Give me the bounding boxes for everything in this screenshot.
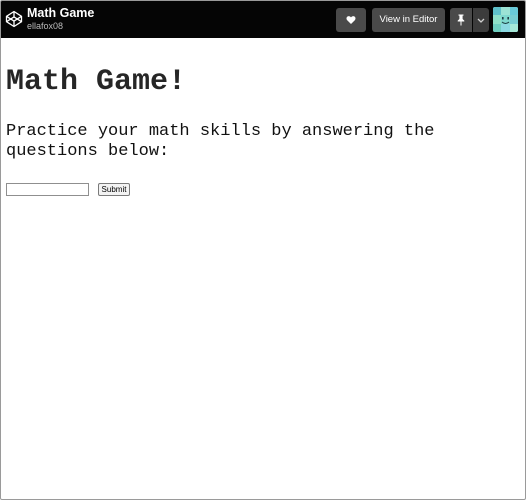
view-in-editor-button[interactable]: View in Editor [372, 8, 445, 32]
codepen-header: Math Game ellafox08 View in Editor [1, 1, 525, 38]
user-avatar[interactable] [493, 7, 518, 32]
pin-menu-button[interactable] [473, 8, 489, 32]
pin-icon [457, 14, 465, 26]
chevron-down-icon [477, 18, 485, 23]
heart-icon [346, 16, 356, 24]
submit-button[interactable]: Submit [98, 183, 130, 196]
pen-author-link[interactable]: ellafox08 [27, 21, 63, 32]
page-title: Math Game! [6, 65, 187, 99]
like-button[interactable] [336, 8, 366, 32]
avatar-image [493, 7, 518, 32]
pin-button[interactable] [450, 8, 472, 32]
pen-title: Math Game [27, 6, 95, 20]
preview-window: Math Game ellafox08 View in Editor Math … [0, 0, 526, 500]
codepen-logo-icon[interactable] [5, 10, 23, 28]
answer-input[interactable] [6, 183, 89, 196]
instructions-text: Practice your math skills by answering t… [6, 122, 435, 161]
